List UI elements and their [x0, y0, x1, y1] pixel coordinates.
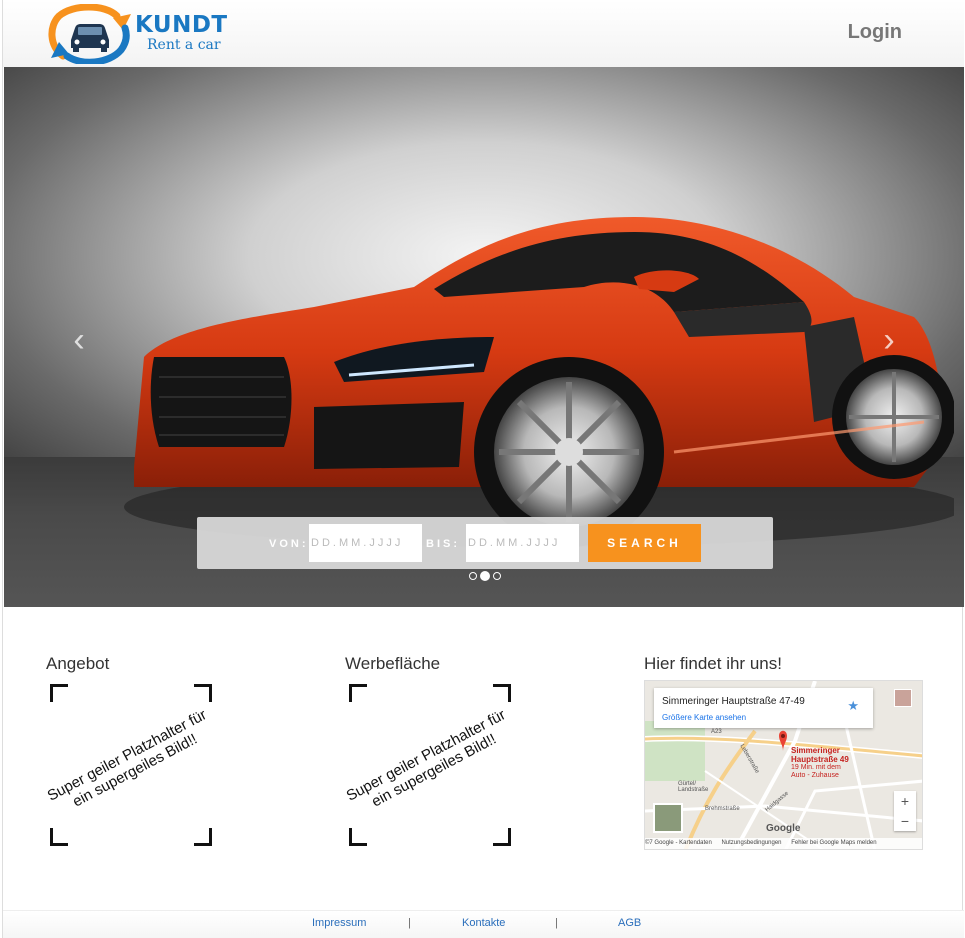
satellite-toggle[interactable]: [653, 803, 683, 833]
site-header: KUNDT Rent a car Login: [3, 0, 964, 67]
carousel-dot-3[interactable]: [493, 572, 501, 580]
pin-label-line1: Simmeringer: [791, 746, 840, 755]
zoom-in-button[interactable]: +: [894, 791, 916, 811]
page-frame: KUNDT Rent a car Login ‹ › VON: DD.MM.JJ…: [2, 0, 964, 938]
map-data-credit: ©7 Google - Kartendaten: [645, 840, 712, 846]
logo-car-icon: [48, 4, 131, 64]
carousel-dot-2[interactable]: [480, 571, 490, 581]
pin-label-line2: Hauptstraße 49: [791, 755, 849, 764]
search-button[interactable]: SEARCH: [588, 524, 701, 562]
pin-sub-line2: Auto - Zuhause: [791, 772, 839, 779]
date-search-bar: VON: BIS: SEARCH: [197, 517, 773, 569]
google-logo: Google: [766, 823, 801, 834]
map-info-card: Simmeringer Hauptstraße 47-49 Größere Ka…: [654, 688, 873, 728]
carousel-dot-1[interactable]: [469, 572, 477, 580]
logo-subtitle: Rent a car: [147, 37, 221, 53]
footer-separator: |: [555, 917, 558, 929]
user-avatar[interactable]: [894, 689, 912, 707]
map-title: Hier findet ihr uns!: [644, 654, 782, 673]
site-footer: Impressum | Kontakte | AGB: [3, 910, 964, 938]
placeholder-text: Super geiler Platzhalter für ein superge…: [44, 706, 210, 811]
hero-carousel: ‹ › VON: BIS: SEARCH: [4, 67, 964, 607]
placeholder-text: Super geiler Platzhalter für ein superge…: [343, 706, 509, 811]
road-label-a23: A23: [711, 729, 722, 735]
map-report-link[interactable]: Fehler bei Google Maps melden: [791, 840, 876, 846]
map-zoom-control: + −: [894, 791, 916, 831]
logo-title: KUNDT: [135, 12, 228, 38]
carousel-indicators: [469, 571, 501, 582]
map-address: Simmeringer Hauptstraße 47-49: [662, 696, 805, 707]
from-date-label: VON:: [269, 538, 309, 550]
google-map[interactable]: A23 Gürtel/ Landstraße Brehmstraße Leber…: [644, 680, 923, 850]
larger-map-link[interactable]: Größere Karte ansehen: [662, 713, 746, 722]
werbeflaeche-title: Werbefläche: [345, 654, 441, 673]
road-label-brehm: Brehmstraße: [705, 806, 740, 812]
carousel-next-arrow-icon[interactable]: ›: [874, 323, 904, 357]
corner-mark: [194, 828, 212, 846]
agb-link[interactable]: AGB: [618, 917, 641, 929]
corner-mark: [50, 828, 68, 846]
pin-sub-line1: 19 Min. mit dem: [791, 764, 841, 771]
to-date-input[interactable]: [466, 524, 579, 562]
impressum-link[interactable]: Impressum: [312, 917, 366, 929]
to-date-label: BIS:: [426, 538, 460, 550]
map-pin-label: Simmeringer Hauptstraße 49: [791, 746, 849, 764]
corner-mark: [493, 684, 511, 702]
angebot-image-placeholder: Super geiler Platzhalter für ein superge…: [45, 684, 212, 846]
angebot-title: Angebot: [46, 654, 110, 673]
road-label-guertel: Gürtel/ Landstraße: [678, 781, 709, 793]
login-link[interactable]: Login: [848, 21, 902, 44]
werbeflaeche-image-placeholder: Super geiler Platzhalter für ein superge…: [344, 684, 511, 846]
save-star-icon[interactable]: ★: [847, 698, 859, 714]
corner-mark: [349, 684, 367, 702]
corner-mark: [50, 684, 68, 702]
corner-mark: [493, 828, 511, 846]
corner-mark: [349, 828, 367, 846]
from-date-input[interactable]: [309, 524, 422, 562]
logo[interactable]: KUNDT Rent a car: [47, 4, 237, 64]
map-footer: ©7 Google - Kartendaten Nutzungsbedingun…: [645, 838, 922, 849]
corner-mark: [194, 684, 212, 702]
carousel-prev-arrow-icon[interactable]: ‹: [64, 323, 94, 357]
map-pin-travel-time: 19 Min. mit dem Auto - Zuhause: [791, 764, 841, 780]
kontakte-link[interactable]: Kontakte: [462, 917, 505, 929]
map-terms-link[interactable]: Nutzungsbedingungen: [721, 840, 781, 846]
footer-separator: |: [408, 917, 411, 929]
zoom-out-button[interactable]: −: [894, 811, 916, 831]
